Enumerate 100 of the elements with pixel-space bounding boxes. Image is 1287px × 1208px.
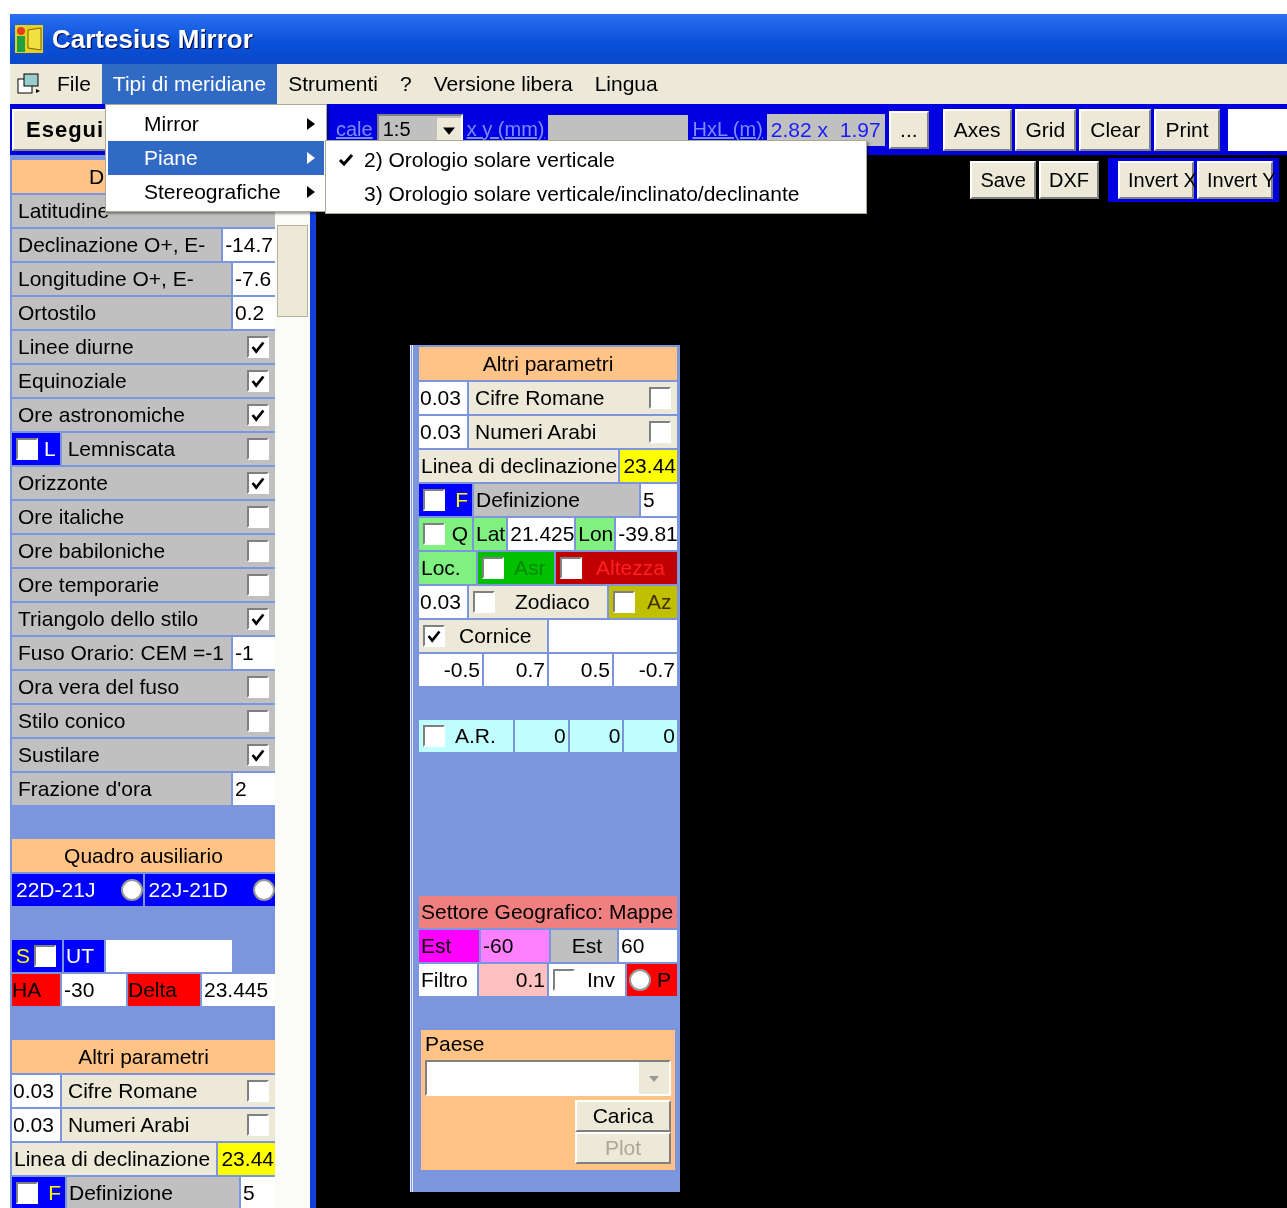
size-field[interactable]: 0.03 [12,1075,60,1107]
checkbox[interactable] [247,744,269,766]
value-field[interactable]: 60 [619,930,677,962]
checkbox[interactable] [423,489,445,511]
toolbar-button[interactable]: Grid [1014,108,1077,151]
checkbox[interactable] [247,540,269,562]
size-field[interactable]: 0.03 [419,586,467,618]
menu-item[interactable]: 3) Orologio solare verticale/inclinato/declinante [328,177,864,211]
radio-button[interactable] [629,969,651,991]
checkbox[interactable] [247,710,269,732]
checkbox[interactable] [247,676,269,698]
checkbox[interactable] [560,557,582,579]
checkbox[interactable] [423,523,445,545]
value-field[interactable]: 0.1 [479,964,547,996]
tag-letter: F [48,1180,61,1206]
more-button[interactable]: ... [888,110,929,149]
menu-item[interactable]: ? [389,64,423,104]
checkbox[interactable] [16,438,38,460]
value-field[interactable]: 0.5 [549,654,612,686]
ut-field[interactable] [106,940,232,972]
radio-option[interactable]: 22D-21J [12,874,143,906]
checkbox[interactable] [482,557,504,579]
section-header: Altri parametri [12,1040,275,1073]
toolbar-button[interactable]: Axes [942,108,1012,151]
parameter-label: Equinoziale [12,365,241,397]
value-field[interactable]: -0.5 [419,654,482,686]
value-field[interactable]: 23.44 [218,1143,275,1175]
toolbar-button[interactable]: Save [970,161,1036,199]
checkbox[interactable] [247,1114,269,1136]
text-field[interactable] [549,620,677,652]
value-field[interactable]: 0.2 [233,297,275,329]
checkbox[interactable] [247,438,269,460]
checkbox[interactable] [247,472,269,494]
menu-item[interactable]: 2) Orologio solare verticale [328,143,864,177]
value-field[interactable]: -0.7 [614,654,677,686]
checkbox[interactable] [247,370,269,392]
toolbar-button[interactable]: Clear [1079,108,1152,151]
value-field[interactable]: 0 [515,720,568,752]
frame-label: Cornice [459,623,532,649]
delta-field[interactable]: 23.445 [202,974,275,1006]
town-dropdown[interactable] [425,1060,671,1096]
scrollbar-thumb[interactable] [277,225,308,317]
radio-option[interactable]: 22J-21D [144,874,275,906]
asr-label: Asr [514,555,546,581]
value-field[interactable]: 23.44 [620,450,677,482]
ha-field[interactable]: -30 [62,974,126,1006]
tag-letter: F [455,487,468,513]
checkbox[interactable] [247,336,269,358]
parameter-label: Longitudine O+, E- [12,263,231,295]
value-field[interactable]: 0 [569,720,623,752]
checkbox[interactable] [247,506,269,528]
size-field[interactable]: 0.03 [419,382,467,414]
app-icon [14,24,44,54]
menu-item[interactable]: Strumenti [277,64,389,104]
checkbox[interactable] [16,1182,38,1204]
value-field[interactable]: 0 [624,720,677,752]
azimuth-label: Az [647,589,672,615]
checkbox[interactable] [247,404,269,426]
parameter-label: Ortostilo [12,297,231,329]
value-field[interactable]: 2 [233,773,275,805]
checkbox[interactable] [247,574,269,596]
menu-item[interactable]: Versione libera [422,64,584,104]
parameter-label: Ore babiloniche [12,535,241,567]
checkbox[interactable] [613,591,635,613]
value-field[interactable]: -7.6 [233,263,275,295]
checkbox[interactable] [423,625,445,647]
filter-label: Filtro [419,964,477,996]
value-field[interactable]: -1 [233,637,275,669]
load-button[interactable]: Carica [575,1100,671,1132]
menu-item[interactable]: Piane [108,141,324,175]
menu-item[interactable]: Lingua [583,64,669,104]
size-field[interactable]: 0.03 [419,416,467,448]
parameter-label: Frazione d'ora [12,773,231,805]
toolbar-button[interactable]: Print [1154,108,1220,151]
menu-item[interactable]: Tipi di meridiane [101,64,278,104]
lat-field[interactable]: 21.425 [508,518,575,550]
size-field[interactable]: 0.03 [12,1109,60,1141]
parameter-label: Stilo conico [12,705,241,737]
lon-label: Lon [576,518,615,550]
checkbox[interactable] [649,387,671,409]
checkbox[interactable] [247,608,269,630]
value-field[interactable]: 5 [241,1177,275,1208]
text-field[interactable] [1227,108,1287,151]
value-field[interactable]: 0.7 [484,654,547,686]
checkbox[interactable] [423,725,445,747]
value-field[interactable]: -60 [481,930,549,962]
tag-letter: Q [451,521,468,547]
checkbox[interactable] [34,945,56,967]
value-field[interactable]: -14.7 [223,229,275,261]
checkbox[interactable] [649,421,671,443]
toolbar-button[interactable]: DXF [1039,161,1099,199]
lon-field[interactable]: -39.81 [616,518,677,550]
value-field[interactable]: 5 [641,484,677,516]
zodiac-label: Zodiaco [515,589,590,615]
delta-label: Delta [128,974,200,1006]
lat-label: Lat [474,518,507,550]
checkbox[interactable] [473,591,495,613]
app-menu-icon[interactable] [16,71,42,97]
menu-item[interactable]: File [46,64,102,104]
checkbox[interactable] [247,1080,269,1102]
